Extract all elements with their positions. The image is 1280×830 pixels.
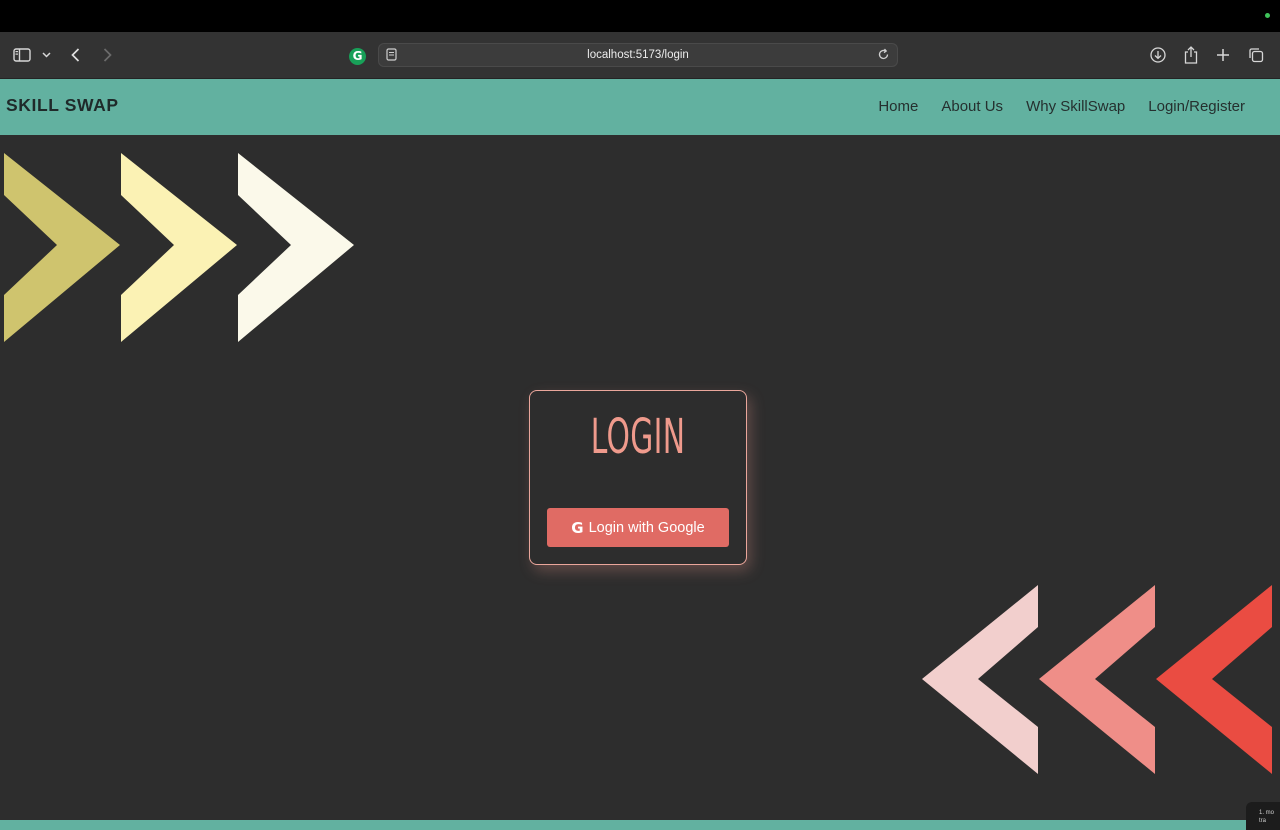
nav-links: Home About Us Why SkillSwap Login/Regist… bbox=[878, 79, 1245, 133]
chevron-right-2-icon bbox=[121, 153, 237, 342]
nav-link-why-skillswap[interactable]: Why SkillSwap bbox=[1026, 98, 1125, 115]
status-dot-icon bbox=[1265, 13, 1270, 18]
chevron-down-icon[interactable] bbox=[39, 32, 53, 78]
downloads-icon[interactable] bbox=[1149, 32, 1167, 78]
chevron-left-3-icon bbox=[1156, 585, 1272, 774]
brand-logo[interactable]: SKILL SWAP bbox=[6, 79, 119, 131]
corner-widget[interactable]: 1. mo tra bbox=[1246, 802, 1280, 830]
nav-link-login-register[interactable]: Login/Register bbox=[1148, 98, 1245, 115]
browser-toolbar: G localhost:5173/login bbox=[0, 32, 1280, 79]
right-chevrons-decoration bbox=[4, 153, 354, 342]
back-icon[interactable] bbox=[66, 32, 84, 78]
reload-icon[interactable] bbox=[877, 48, 890, 66]
google-icon: G bbox=[571, 518, 584, 537]
nav-link-home[interactable]: Home bbox=[878, 98, 918, 115]
site-navbar: SKILL SWAP Home About Us Why SkillSwap L… bbox=[0, 79, 1280, 135]
login-title: LOGIN bbox=[590, 409, 686, 465]
chevron-left-2-icon bbox=[1039, 585, 1155, 774]
nav-link-about-us[interactable]: About Us bbox=[941, 98, 1003, 115]
login-with-google-button[interactable]: G Login with Google bbox=[547, 508, 729, 547]
chevron-right-3-icon bbox=[238, 153, 354, 342]
sidebar-toggle-icon[interactable] bbox=[12, 32, 32, 78]
forward-icon[interactable] bbox=[98, 32, 116, 78]
new-tab-icon[interactable] bbox=[1214, 32, 1232, 78]
os-top-bar bbox=[0, 0, 1280, 32]
url-text: localhost:5173/login bbox=[587, 49, 689, 61]
share-icon[interactable] bbox=[1182, 32, 1200, 78]
grammarly-extension-icon[interactable]: G bbox=[349, 48, 366, 65]
tab-overview-icon[interactable] bbox=[1247, 32, 1265, 78]
address-bar[interactable]: localhost:5173/login bbox=[378, 43, 898, 67]
footer-strip bbox=[0, 820, 1280, 830]
login-card: LOGIN G Login with Google bbox=[529, 390, 747, 565]
left-chevrons-decoration bbox=[922, 585, 1272, 774]
google-button-label: Login with Google bbox=[588, 519, 705, 536]
chevron-left-1-icon bbox=[922, 585, 1038, 774]
chevron-right-1-icon bbox=[4, 153, 120, 342]
